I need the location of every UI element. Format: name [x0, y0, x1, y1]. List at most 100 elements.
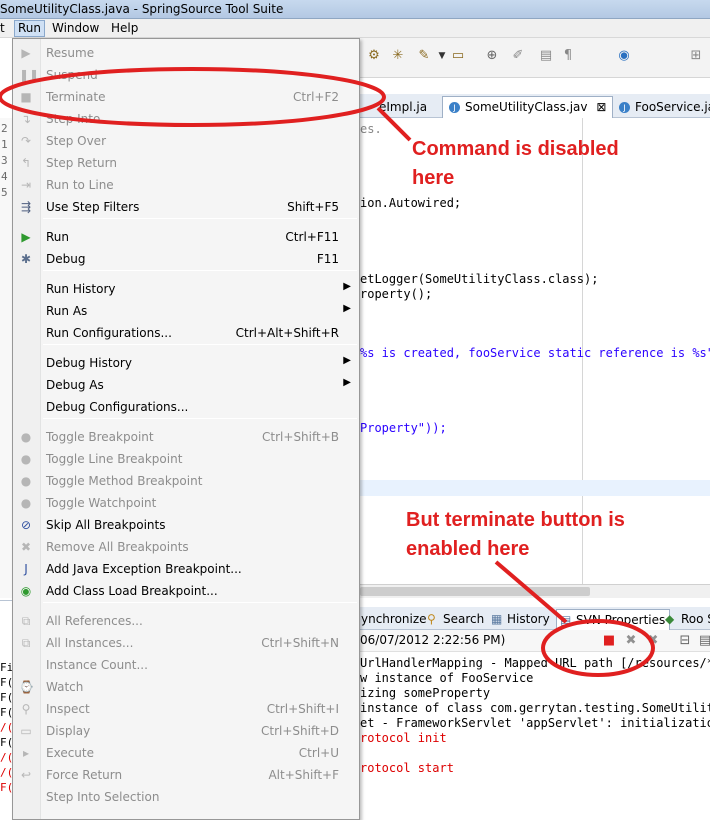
menu-item-run-history[interactable]: Run History ▶: [13, 278, 359, 300]
annotation-icon[interactable]: ✐: [510, 48, 526, 64]
tab-svn-properties[interactable]: ▤ SVN Properties: [556, 609, 671, 630]
pilcrow-icon[interactable]: ¶: [560, 48, 576, 64]
svg-text:J: J: [622, 104, 625, 113]
globe-icon[interactable]: ◉: [616, 48, 632, 64]
remove-all-launches-icon[interactable]: ✖: [646, 634, 660, 648]
menu-item-run-as[interactable]: Run As ▶: [13, 300, 359, 322]
tab-search[interactable]: ⚲ Search: [424, 609, 488, 630]
pin-icon[interactable]: ⊕: [484, 48, 500, 64]
menu-item-step-into[interactable]: ↴ Step Into: [13, 108, 359, 130]
menu-item-use-step-filters[interactable]: ⇶ Use Step Filters Shift+F5: [13, 196, 359, 218]
editor-tab-label: eImpl.ja: [379, 100, 428, 114]
menu-item-debug-as[interactable]: Debug As ▶: [13, 374, 359, 396]
launch-icon[interactable]: ✎: [416, 48, 432, 64]
menu-item-accelerator: Ctrl+Alt+Shift+R: [235, 326, 339, 340]
open-folder-icon[interactable]: ▭: [450, 48, 466, 64]
menu-item-step-into-selection[interactable]: Step Into Selection: [13, 786, 359, 808]
force-return-icon: ↩: [20, 768, 32, 782]
code-line: %s is created, fooService static referen…: [360, 346, 710, 360]
menu-partial[interactable]: t: [0, 21, 5, 35]
menu-item-add-java-exception-breakpoint[interactable]: J Add Java Exception Breakpoint...: [13, 558, 359, 580]
annotation-disabled: Command is disabled here: [412, 138, 619, 189]
editor-tab-fooservice[interactable]: J FooService.java: [612, 96, 710, 118]
menu-item-instance-count[interactable]: Instance Count...: [13, 654, 359, 676]
menu-item-label: Debug History: [46, 356, 132, 370]
menu-run[interactable]: Run: [14, 20, 46, 37]
console-line: UrlHandlerMapping - Mapped URL path [/re…: [360, 656, 710, 670]
menu-item-run-configurations[interactable]: Run Configurations... Ctrl+Alt+Shift+R: [13, 322, 359, 344]
scroll-lock-icon[interactable]: ▤: [698, 634, 710, 648]
menu-item-accelerator: Ctrl+Shift+D: [261, 724, 339, 738]
build-icon[interactable]: ⚙: [366, 48, 382, 64]
console-line: izing someProperty: [360, 686, 491, 700]
menu-item-label: Debug: [46, 252, 86, 266]
tab-label: ynchronize: [361, 612, 427, 626]
menu-item-resume[interactable]: ▶ Resume: [13, 42, 359, 64]
menu-separator: [43, 418, 357, 419]
menu-item-label: Toggle Breakpoint: [46, 430, 154, 444]
suspend-icon: ❚❚: [19, 68, 40, 82]
target-icon[interactable]: ✳: [390, 48, 406, 64]
menu-item-label: Run: [46, 230, 70, 244]
menu-item-run-to-line[interactable]: ⇥ Run to Line: [13, 174, 359, 196]
menu-item-add-class-load-breakpoint[interactable]: ◉ Add Class Load Breakpoint...: [13, 580, 359, 602]
menu-item-label: Debug As: [46, 378, 104, 392]
menu-item-step-return[interactable]: ↰ Step Return: [13, 152, 359, 174]
menu-separator: [43, 344, 357, 345]
menu-item-all-instances[interactable]: ⧉ All Instances... Ctrl+Shift+N: [13, 632, 359, 654]
copy-icon[interactable]: ⊟: [678, 634, 692, 648]
launch-dropdown-icon[interactable]: ▼: [434, 48, 450, 64]
menu-window[interactable]: Window: [52, 21, 99, 35]
menu-item-debug[interactable]: ✱ Debug F11: [13, 248, 359, 270]
roo-icon: ◆: [665, 612, 675, 626]
menu-separator: [43, 270, 357, 271]
remove-breakpoints-icon: ✖: [20, 540, 32, 554]
menu-item-label: All Instances...: [46, 636, 134, 650]
menu-item-toggle-method-breakpoint[interactable]: ● Toggle Method Breakpoint: [13, 470, 359, 492]
menu-item-debug-configurations[interactable]: Debug Configurations...: [13, 396, 359, 418]
java-file-icon: J: [449, 102, 460, 113]
inspect-icon: ⚲: [21, 702, 31, 716]
editor-tab-someutilityclass[interactable]: J SomeUtilityClass.jav ⊠: [442, 96, 614, 118]
line-number: 5: [1, 186, 8, 199]
perspective-icon[interactable]: ⊞: [688, 48, 704, 64]
editor-tab-impl[interactable]: eImpl.ja: [356, 96, 434, 118]
menu-item-label: Run Configurations...: [46, 326, 172, 340]
menu-help[interactable]: Help: [111, 21, 138, 35]
menu-item-remove-all-breakpoints[interactable]: ✖ Remove All Breakpoints: [13, 536, 359, 558]
resume-icon: ▶: [21, 46, 31, 60]
tab-history[interactable]: ▦ History: [488, 609, 554, 630]
step-over-icon: ↷: [20, 134, 32, 148]
menu-item-suspend[interactable]: ❚❚ Suspend: [13, 64, 359, 86]
menu-item-toggle-breakpoint[interactable]: ● Toggle Breakpoint Ctrl+Shift+B: [13, 426, 359, 448]
menu-item-execute[interactable]: ▸ Execute Ctrl+U: [13, 742, 359, 764]
menu-item-watch[interactable]: ⌚ Watch: [13, 676, 359, 698]
menu-item-all-references[interactable]: ⧉ All References...: [13, 610, 359, 632]
menu-bar: t Run Window Help: [0, 19, 710, 38]
menu-item-debug-history[interactable]: Debug History ▶: [13, 352, 359, 374]
scrollbar-thumb[interactable]: [360, 587, 590, 596]
console-output[interactable]: UrlHandlerMapping - Mapped URL path [/re…: [360, 652, 710, 820]
menu-item-step-over[interactable]: ↷ Step Over: [13, 130, 359, 152]
editor-horizontal-scrollbar[interactable]: [360, 584, 710, 598]
menu-item-toggle-watchpoint[interactable]: ● Toggle Watchpoint: [13, 492, 359, 514]
skip-breakpoints-icon: ⊘: [20, 518, 32, 532]
tab-roo-shell[interactable]: ◆ Roo S: [662, 609, 710, 630]
menu-item-terminate[interactable]: ■ Terminate Ctrl+F2: [13, 86, 359, 108]
line-number: 2: [1, 122, 8, 135]
menu-item-toggle-line-breakpoint[interactable]: ● Toggle Line Breakpoint: [13, 448, 359, 470]
menu-item-display[interactable]: ▭ Display Ctrl+Shift+D: [13, 720, 359, 742]
menu-item-skip-all-breakpoints[interactable]: ⊘ Skip All Breakpoints: [13, 514, 359, 536]
menu-item-inspect[interactable]: ⚲ Inspect Ctrl+Shift+I: [13, 698, 359, 720]
menu-item-label: Watch: [46, 680, 84, 694]
terminate-button[interactable]: ■: [602, 634, 616, 648]
line-number: 1: [1, 138, 8, 151]
block-icon[interactable]: ▤: [538, 48, 554, 64]
close-tab-icon[interactable]: ⊠: [596, 100, 606, 114]
line-number: 4: [1, 170, 8, 183]
remove-launch-icon[interactable]: ✖: [624, 634, 638, 648]
menu-item-run[interactable]: ▶ Run Ctrl+F11: [13, 226, 359, 248]
menu-item-label: Suspend: [46, 68, 98, 82]
menu-item-force-return[interactable]: ↩ Force Return Alt+Shift+F: [13, 764, 359, 786]
console-tab-bar: ynchronize ⚲ Search ▦ History ▤ SVN Prop…: [360, 607, 710, 630]
